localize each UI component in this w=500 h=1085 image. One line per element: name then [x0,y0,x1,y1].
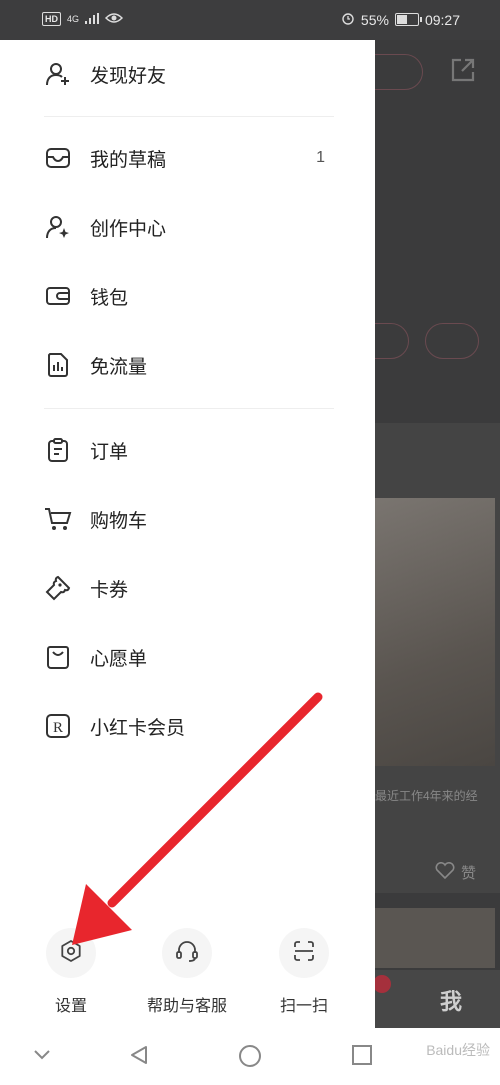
menu-label: 卡券 [90,579,129,601]
menu-label: 发现好友 [90,65,167,87]
wallet-icon [44,282,72,310]
menu-item-creator-center[interactable]: 创作中心 [0,198,375,256]
free-data-icon [44,351,72,379]
me-tab: 我 [439,989,462,1014]
menu-item-coupons[interactable]: 卡券 [0,559,375,617]
creator-center-icon [44,213,72,241]
menu-item-drafts[interactable]: 我的草稿 1 [0,129,375,187]
nav-recents-button[interactable] [351,1044,373,1071]
scan-button[interactable]: 扫一扫 [249,928,359,1016]
menu-label: 心愿单 [90,648,148,670]
system-nav-bar [0,1028,500,1085]
signal-icon [85,11,100,27]
settings-circle [46,928,96,978]
scan-label: 扫一扫 [279,998,328,1015]
background-app: 最近工作4年来的经 赞 我 [375,40,500,1040]
orders-icon [44,436,72,464]
menu-label: 创作中心 [90,218,167,240]
menu-label: 订单 [90,441,129,463]
bg-settings-pill [425,323,479,359]
menu-item-orders[interactable]: 订单 [0,421,375,479]
scan-icon [292,939,316,968]
gear-icon [59,939,83,968]
scan-circle [279,928,329,978]
settings-button[interactable]: 设置 [16,928,126,1016]
settings-label: 设置 [54,998,87,1015]
help-circle [162,928,212,978]
menu-item-free-data[interactable]: 免流量 [0,336,375,394]
status-bar: HD 4G 55% 09:27 [0,0,500,40]
drafts-count: 1 [316,149,325,166]
battery-icon [394,13,422,26]
menu-item-wallet[interactable]: 钱包 [0,267,375,325]
help-button[interactable]: 帮助与客服 [132,928,242,1016]
wishlist-icon [44,643,72,671]
bg-pill [375,54,423,90]
nav-back-button[interactable] [128,1044,150,1071]
bg-like-icon [435,861,455,885]
coupon-icon [44,574,72,602]
menu-label: 购物车 [90,510,148,532]
side-drawer: 发现好友 我的草稿 1 创作中心 钱包 免流量 订单 购物车 卡券 心愿单 R … [0,40,375,1028]
menu-label: 小红卡会员 [90,717,186,739]
share-icon [449,56,477,89]
menu-label: 钱包 [90,287,129,309]
eye-comfort-icon [104,11,124,27]
drafts-icon [44,144,72,172]
bg-pill [375,323,409,359]
watermark: Baidu经验 [426,1042,490,1058]
nav-collapse-button[interactable] [32,1044,52,1069]
bg-photo-2 [375,908,495,968]
battery-percent: 55% [360,11,389,28]
svg-text:R: R [53,720,63,736]
add-friend-icon [44,60,72,88]
network-indicator: 4G [67,14,80,24]
help-label: 帮助与客服 [146,998,227,1015]
menu-item-wishlist[interactable]: 心愿单 [0,628,375,686]
bg-caption: 最近工作4年来的经 [375,789,478,803]
menu-label: 免流量 [90,356,148,378]
menu-item-membership[interactable]: R 小红卡会员 [0,697,375,755]
menu-item-find-friends[interactable]: 发现好友 [0,45,375,103]
headset-icon [174,938,200,969]
bg-photo [375,498,495,766]
nav-home-button[interactable] [238,1044,262,1073]
bg-like-label: 赞 [461,865,477,882]
hd-indicator: HD [42,12,61,26]
cart-icon [44,505,72,533]
alarm-icon [341,11,355,28]
divider [44,408,334,409]
membership-icon: R [44,712,72,740]
clock: 09:27 [424,11,460,28]
divider [44,116,334,117]
menu-label: 我的草稿 [90,149,167,171]
menu-item-cart[interactable]: 购物车 [0,490,375,548]
